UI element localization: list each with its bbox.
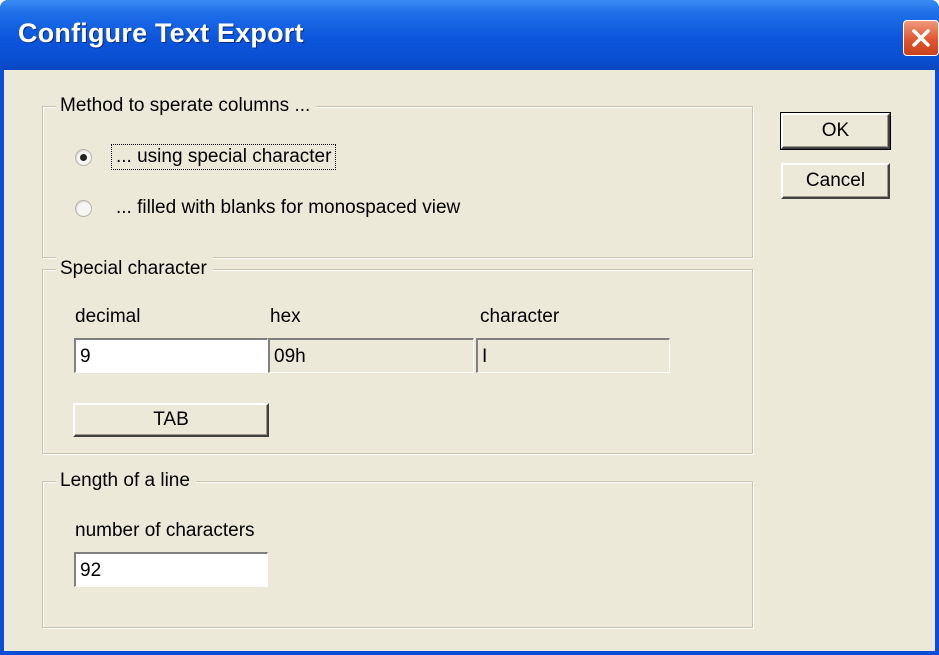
close-icon [912, 29, 930, 47]
dialog-body: Method to sperate columns ... ... using … [4, 70, 935, 651]
decimal-input[interactable]: 9 [74, 338, 268, 373]
line-length-group: Length of a line number of characters 92 [42, 468, 753, 628]
radio-special-character-label[interactable]: ... using special character [110, 144, 337, 170]
title-bar[interactable]: Configure Text Export [0, 0, 939, 70]
radio-special-character[interactable]: ... using special character [75, 144, 337, 170]
close-button[interactable] [903, 20, 939, 56]
number-of-characters-label: number of characters [75, 520, 255, 541]
tab-button[interactable]: TAB [73, 403, 269, 437]
dialog-window: Configure Text Export Method to sperate … [0, 0, 939, 655]
line-length-legend: Length of a line [56, 468, 196, 494]
dialog-title: Configure Text Export [18, 18, 304, 48]
hex-label: hex [270, 306, 301, 327]
radio-monospaced[interactable]: ... filled with blanks for monospaced vi… [75, 196, 464, 220]
ok-button[interactable]: OK [780, 112, 891, 150]
radio-monospaced-label[interactable]: ... filled with blanks for monospaced vi… [112, 196, 464, 220]
hex-field: 09h [268, 338, 474, 373]
cancel-button[interactable]: Cancel [781, 163, 890, 199]
special-character-legend: Special character [56, 256, 213, 282]
columns-method-group: Method to sperate columns ... ... using … [42, 93, 753, 258]
special-character-group: Special character decimal hex character … [42, 256, 753, 454]
number-of-characters-input[interactable]: 92 [74, 552, 268, 587]
radio-button-unchecked[interactable] [75, 199, 92, 217]
character-label: character [480, 306, 560, 327]
character-field: I [476, 338, 670, 373]
decimal-label: decimal [75, 306, 141, 327]
radio-button-checked[interactable] [75, 148, 92, 166]
columns-method-legend: Method to sperate columns ... [56, 93, 317, 119]
